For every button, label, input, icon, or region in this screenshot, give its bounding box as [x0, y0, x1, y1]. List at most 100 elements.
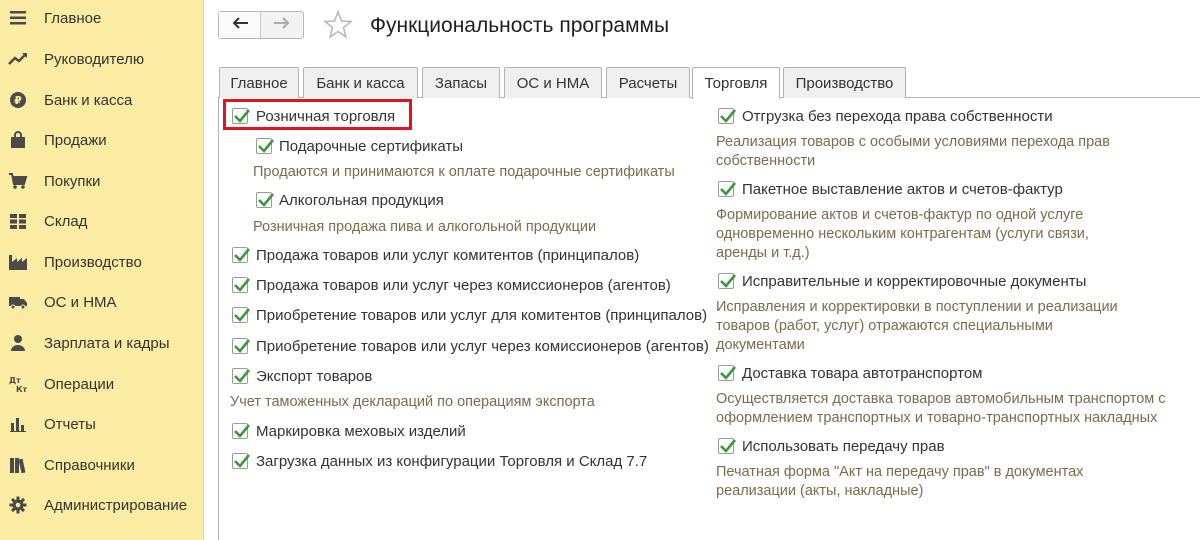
sidebar-item-label: Покупки	[44, 172, 101, 190]
cart-icon	[8, 171, 28, 191]
sidebar-item-main[interactable]: Главное	[0, 1, 204, 35]
sidebar-item-label: Операции	[44, 375, 115, 393]
sidebar-item-catalogs[interactable]: Справочники	[0, 448, 204, 482]
arrow-left-icon	[231, 16, 249, 35]
tab-settlements[interactable]: Расчеты	[606, 67, 690, 98]
agents-sale-label: Продажа товаров или услуг через комиссио…	[256, 277, 671, 294]
svg-text:₽: ₽	[14, 94, 22, 107]
dt-kt-icon: Дт Кт	[8, 374, 28, 394]
export-checkbox[interactable]	[232, 368, 251, 384]
agents-sale-checkbox[interactable]	[232, 277, 251, 293]
shipment-label: Отгрузка без перехода права собственност…	[742, 108, 1053, 125]
sidebar-item-sales[interactable]: Продажи	[0, 123, 204, 157]
tab-bank[interactable]: Банк и касса	[303, 67, 418, 98]
sidebar-item-admin[interactable]: Администрирование	[0, 488, 204, 522]
tab-assets[interactable]: ОС и НМА	[504, 67, 602, 98]
principals-buy-label: Приобретение товаров или услуг для комит…	[256, 307, 708, 324]
batch-acts-description: Формирование актов и счетов-фактур по од…	[716, 206, 1089, 263]
alcohol-label: Алкогольная продукция	[279, 192, 444, 209]
gear-icon	[8, 495, 28, 515]
warehouse-grid-icon	[8, 211, 28, 231]
history-nav	[218, 11, 304, 39]
back-button[interactable]	[219, 12, 262, 38]
page-title: Функциональность программы	[370, 14, 670, 37]
sidebar-item-production[interactable]: Производство	[0, 245, 204, 279]
shipment-description: Реализация товаров с особыми условиями п…	[716, 133, 1110, 171]
sidebar-item-label: Склад	[44, 212, 88, 230]
sidebar-item-salary[interactable]: Зарплата и кадры	[0, 326, 204, 360]
description-line: реализации (акты, накладные)	[716, 483, 924, 499]
fur-marking-label: Маркировка меховых изделий	[256, 423, 466, 440]
retail-label: Розничная торговля	[256, 108, 396, 125]
alcohol-description: Розничная продажа пива и алкогольной про…	[253, 219, 597, 235]
sidebar-item-reports[interactable]: Отчеты	[0, 407, 204, 441]
tab-production[interactable]: Производство	[783, 67, 906, 98]
factory-icon	[8, 252, 28, 272]
ruble-coin-icon: ₽	[8, 90, 28, 110]
tab-inventory[interactable]: Запасы	[422, 67, 500, 98]
sidebar-item-label: ОС и НМА	[44, 293, 117, 311]
description-line: Исправления и корректировки в поступлени…	[716, 299, 1118, 315]
rights-transfer-description: Печатная форма "Акт на передачу прав" в …	[716, 463, 1083, 501]
corrections-description: Исправления и корректировки в поступлени…	[716, 298, 1118, 355]
sidebar-item-label: Банк и касса	[44, 91, 133, 109]
gift-cards-label: Подарочные сертификаты	[279, 138, 464, 155]
sidebar-item-label: Зарплата и кадры	[44, 334, 170, 352]
principals-sale-label: Продажа товаров или услуг комитентов (пр…	[256, 247, 640, 264]
corrections-checkbox[interactable]	[718, 273, 737, 289]
agents-buy-checkbox[interactable]	[232, 338, 251, 354]
tab-main[interactable]: Главное	[219, 67, 299, 98]
person-icon	[8, 333, 28, 353]
road-delivery-description: Осуществляется доставка товаров автомоби…	[716, 390, 1166, 428]
import-77-label: Загрузка данных из конфигурации Торговля…	[256, 453, 648, 470]
alcohol-checkbox[interactable]	[256, 192, 275, 208]
shopping-bag-icon	[8, 130, 28, 150]
rights-transfer-label: Использовать передачу прав	[742, 438, 945, 455]
sidebar-item-manager[interactable]: Руководителю	[0, 42, 204, 76]
svg-text:Кт: Кт	[16, 385, 28, 393]
svg-text:Дт: Дт	[9, 376, 21, 385]
sidebar-item-purchases[interactable]: Покупки	[0, 164, 204, 198]
tab-trade[interactable]: Торговля	[692, 67, 780, 99]
fur-marking-checkbox[interactable]	[232, 423, 251, 439]
retail-checkbox[interactable]	[232, 108, 251, 124]
principals-sale-checkbox[interactable]	[232, 247, 251, 263]
gift-cards-description: Продаются и принимаются к оплате подароч…	[253, 164, 675, 180]
description-line: аренды и т.д.)	[716, 245, 810, 261]
description-line: одновременно нескольким контрагентам (ус…	[716, 226, 1089, 242]
sidebar-item-operations[interactable]: Дт Кт Операции	[0, 367, 204, 401]
batch-acts-checkbox[interactable]	[718, 181, 737, 197]
hamburger-icon	[8, 8, 28, 28]
gift-cards-checkbox[interactable]	[256, 138, 275, 154]
sidebar-item-label: Производство	[44, 253, 142, 271]
description-line: документами	[716, 337, 805, 353]
description-line: оформлением транспортных и товарно-транс…	[716, 410, 1158, 426]
sidebar-item-bank[interactable]: ₽ Банк и касса	[0, 83, 204, 117]
rights-transfer-checkbox[interactable]	[718, 438, 737, 454]
corrections-label: Исправительные и корректировочные докуме…	[742, 273, 1087, 290]
sidebar-item-warehouse[interactable]: Склад	[0, 204, 204, 238]
trend-icon	[8, 49, 28, 69]
panel-left-border	[218, 97, 219, 540]
arrow-right-icon	[273, 16, 291, 35]
principals-buy-checkbox[interactable]	[232, 307, 251, 323]
description-line: Формирование актов и счетов-фактур по од…	[716, 207, 1084, 223]
sidebar-item-assets[interactable]: ОС и НМА	[0, 285, 204, 319]
sidebar-item-label: Справочники	[44, 456, 135, 474]
sidebar-item-label: Отчеты	[44, 415, 96, 433]
batch-acts-label: Пакетное выставление актов и счетов-факт…	[742, 181, 1063, 198]
description-line: собственности	[716, 153, 816, 169]
export-label: Экспорт товаров	[256, 368, 373, 385]
favorite-star-icon[interactable]	[322, 9, 354, 40]
shipment-checkbox[interactable]	[718, 108, 737, 124]
road-delivery-label: Доставка товара автотранспортом	[742, 365, 983, 382]
bar-chart-icon	[8, 414, 28, 434]
import-77-checkbox[interactable]	[232, 453, 251, 469]
export-description: Учет таможенных деклараций по операциям …	[230, 394, 595, 410]
forward-button[interactable]	[261, 12, 303, 38]
sidebar-item-label: Главное	[44, 9, 102, 27]
sidebar-item-label: Администрирование	[44, 496, 188, 514]
sidebar-item-label: Продажи	[44, 131, 107, 149]
truck-icon	[8, 292, 28, 312]
road-delivery-checkbox[interactable]	[718, 365, 737, 381]
